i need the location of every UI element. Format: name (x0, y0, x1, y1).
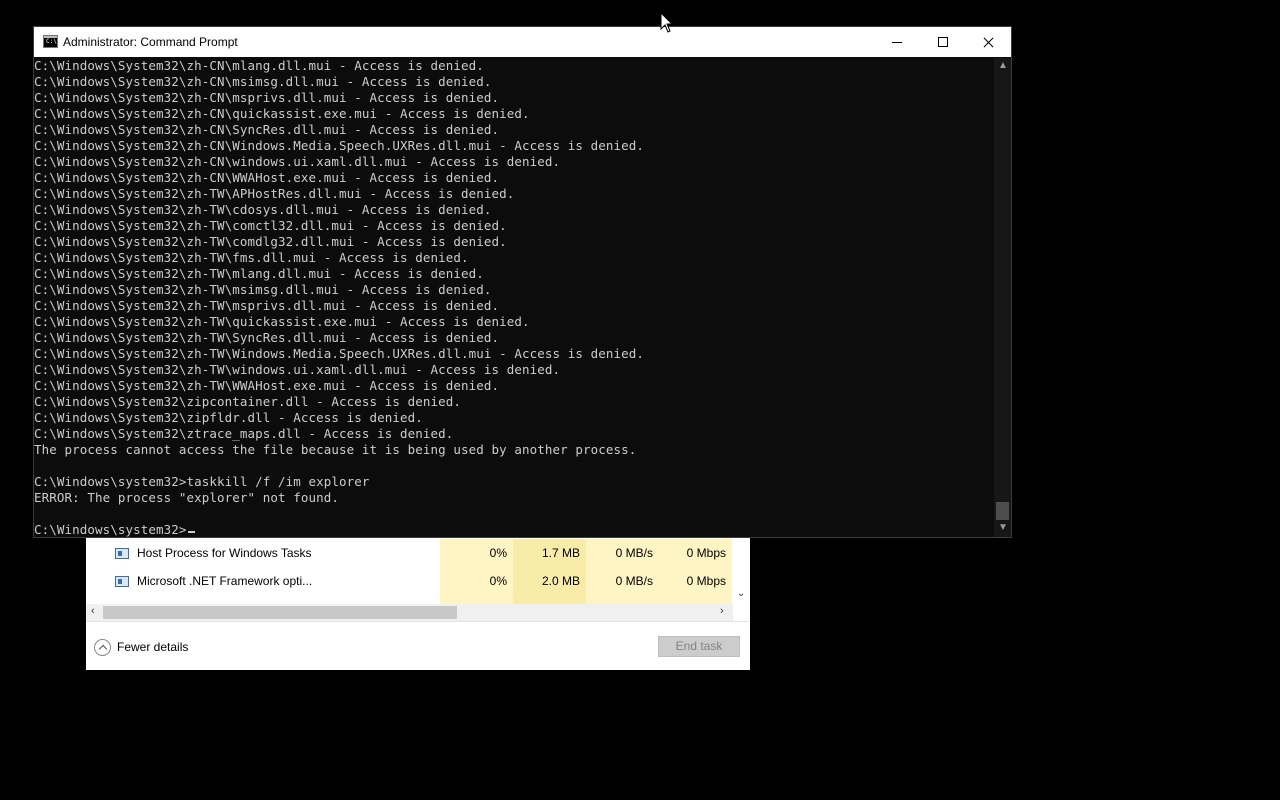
process-row[interactable]: Microsoft .NET Framework opti... 0% 2.0 … (86, 567, 733, 595)
console-line: C:\Windows\System32\zh-TW\windows.ui.xam… (34, 362, 561, 377)
console-line: C:\Windows\System32\zh-TW\msimsg.dll.mui… (34, 282, 492, 297)
mouse-pointer-icon (660, 12, 674, 33)
scroll-up-icon[interactable]: ▲ (998, 60, 1008, 71)
console-line: C:\Windows\System32\zh-CN\SyncRes.dll.mu… (34, 122, 500, 137)
console-line: ERROR: The process "explorer" not found. (34, 490, 340, 505)
console-line: C:\Windows\System32\zh-TW\Windows.Media.… (34, 346, 645, 361)
cpu-value: 0% (440, 539, 513, 567)
process-name: Host Process for Windows Tasks (137, 546, 312, 560)
scroll-down-icon[interactable]: ▼ (998, 522, 1008, 533)
prompt-text: C:\Windows\system32> (34, 522, 187, 537)
disk-value: 0 MB/s (586, 539, 659, 567)
console-scrollbar[interactable]: ▲ ▼ (994, 58, 1011, 537)
title-bar[interactable]: C:\ Administrator: Command Prompt (34, 27, 1011, 57)
scrollbar-thumb[interactable] (103, 606, 457, 619)
close-button[interactable] (965, 27, 1011, 57)
console-line: C:\Windows\System32\zh-CN\msprivs.dll.mu… (34, 90, 500, 105)
scroll-down-icon[interactable]: ⌄ (737, 588, 745, 599)
memory-value: 2.0 MB (513, 567, 586, 595)
console-line: C:\Windows\System32\zipfldr.dll - Access… (34, 410, 423, 425)
console-line: C:\Windows\System32\zh-TW\APHostRes.dll.… (34, 186, 515, 201)
console-line: C:\Windows\System32\zh-CN\msimsg.dll.mui… (34, 74, 492, 89)
scroll-left-icon[interactable]: ‹ (91, 605, 95, 617)
network-value: 0 Mbps (659, 567, 732, 595)
cmd-icon-text: C:\ (46, 38, 57, 45)
console-line: C:\Windows\System32\zipcontainer.dll - A… (34, 394, 462, 409)
minimize-button[interactable] (874, 27, 920, 57)
console-line: C:\Windows\System32\zh-CN\mlang.dll.mui … (34, 58, 484, 73)
fewer-details-button[interactable]: Fewer details (94, 637, 188, 657)
console-line: The process cannot access the file becau… (34, 442, 637, 457)
maximize-button[interactable] (920, 27, 966, 57)
console-line: C:\Windows\System32\zh-CN\WWAHost.exe.mu… (34, 170, 500, 185)
console-line: C:\Windows\System32\zh-TW\fms.dll.mui - … (34, 250, 469, 265)
console-line: C:\Windows\System32\zh-TW\mlang.dll.mui … (34, 266, 484, 281)
console-line: C:\Windows\System32\zh-TW\SyncRes.dll.mu… (34, 330, 500, 345)
console-line: C:\Windows\system32>taskkill /f /im expl… (34, 474, 370, 489)
console-line: C:\Windows\System32\zh-TW\cdosys.dll.mui… (34, 202, 492, 217)
memory-value: 1.7 MB (513, 539, 586, 567)
console-line: C:\Windows\System32\zh-CN\Windows.Media.… (34, 138, 645, 153)
scrollbar-thumb[interactable] (996, 502, 1009, 520)
disk-value: 0 MB/s (586, 567, 659, 595)
console-prompt[interactable]: C:\Windows\system32> (34, 522, 994, 537)
scroll-right-icon[interactable]: › (720, 605, 724, 617)
command-prompt-window[interactable]: C:\ Administrator: Command Prompt C:\Win… (33, 26, 1012, 538)
process-name: Microsoft .NET Framework opti... (137, 574, 313, 588)
console-line: C:\Windows\System32\zh-CN\quickassist.ex… (34, 106, 530, 121)
console-line: C:\Windows\System32\zh-TW\comdlg32.dll.m… (34, 234, 507, 249)
window-title: Administrator: Command Prompt (63, 35, 238, 49)
end-task-button[interactable]: End task (658, 636, 740, 657)
horizontal-scrollbar[interactable]: ‹ › (86, 604, 733, 621)
console-output[interactable]: C:\Windows\System32\zh-CN\mlang.dll.mui … (34, 58, 994, 537)
console-line: C:\Windows\System32\zh-TW\comctl32.dll.m… (34, 218, 507, 233)
process-icon (115, 548, 129, 559)
process-row[interactable] (86, 595, 733, 604)
task-manager-window: Host Process for Windows Tasks 0% 1.7 MB… (86, 536, 750, 670)
text-cursor (187, 531, 195, 533)
console-line: C:\Windows\System32\zh-TW\WWAHost.exe.mu… (34, 378, 500, 393)
vertical-scrollbar[interactable]: ⌄ (733, 536, 750, 604)
chevron-up-icon (94, 638, 111, 656)
console-line: C:\Windows\System32\zh-TW\quickassist.ex… (34, 314, 530, 329)
task-manager-footer: Fewer details End task (86, 621, 750, 670)
process-icon (115, 576, 129, 587)
console-line: C:\Windows\System32\zh-CN\windows.ui.xam… (34, 154, 561, 169)
cpu-value: 0% (440, 567, 513, 595)
network-value: 0 Mbps (659, 539, 732, 567)
cmd-icon[interactable]: C:\ (43, 35, 58, 48)
console-line: C:\Windows\System32\zh-TW\msprivs.dll.mu… (34, 298, 500, 313)
process-row[interactable]: Host Process for Windows Tasks 0% 1.7 MB… (86, 539, 733, 567)
console-line: C:\Windows\System32\ztrace_maps.dll - Ac… (34, 426, 454, 441)
fewer-details-label: Fewer details (117, 640, 189, 654)
